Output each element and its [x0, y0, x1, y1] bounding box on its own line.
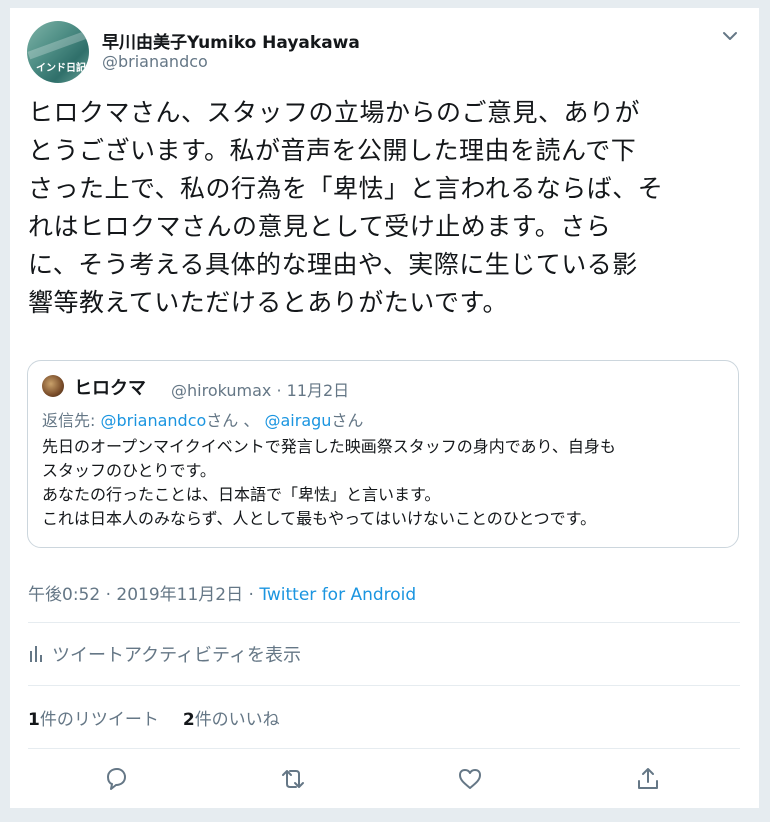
quoted-avatar[interactable]	[42, 375, 64, 397]
tweet-card: インド日記 早川由美子Yumiko Hayakawa @brianandco ヒ…	[10, 8, 759, 808]
quoted-tweet-text: 先日のオープンマイクイベントで発言した映画祭スタッフの身内であり、自身も スタッ…	[42, 437, 616, 528]
reply-to-prefix: 返信先:	[42, 411, 101, 430]
tweet-text: ヒロクマさん、スタッフの立場からのご意見、ありが とうございます。私が音声を公開…	[28, 98, 664, 317]
like-count: 2	[182, 710, 195, 730]
avatar-text: インド日記	[36, 63, 86, 74]
divider	[28, 622, 740, 623]
tweet-activity-label: ツイートアクティビティを表示	[52, 645, 301, 666]
tweet-activity-link[interactable]: ツイートアクティビティを表示	[28, 642, 301, 666]
mention-link[interactable]: @brianandco	[100, 411, 206, 430]
quoted-handle-date: @hirokumax · 11月2日	[171, 381, 350, 400]
share-icon[interactable]	[634, 765, 662, 793]
author-handle[interactable]: @brianandco	[102, 52, 208, 71]
tweet-timestamp: 午後0:52 · 2019年11月2日 · Twitter for Androi…	[28, 580, 416, 605]
divider	[28, 685, 740, 686]
engagement-stats: 1件のリツイート 2件のいいね	[28, 705, 280, 730]
quoted-display-name: ヒロクマ	[74, 378, 146, 399]
divider	[28, 748, 740, 749]
retweet-count: 1	[28, 710, 40, 730]
avatar-decoration	[27, 30, 89, 60]
reply-icon[interactable]	[102, 765, 130, 793]
like-stat[interactable]: 2件のいいね	[183, 705, 280, 730]
mention-suffix: さん 、	[206, 411, 265, 430]
retweet-stat-label: 件のリツイート	[39, 710, 159, 730]
timestamp-text[interactable]: 午後0:52 · 2019年11月2日 ·	[28, 585, 259, 605]
tweet-actions	[10, 765, 759, 793]
author-display-name[interactable]: 早川由美子Yumiko Hayakawa	[102, 28, 360, 53]
like-icon[interactable]	[456, 765, 484, 793]
source-link[interactable]: Twitter for Android	[259, 585, 416, 605]
mention-link[interactable]: @airagu	[264, 411, 331, 430]
like-stat-label: 件のいいね	[194, 710, 280, 730]
bar-chart-icon	[28, 645, 44, 663]
mention-suffix: さん	[331, 411, 364, 430]
reply-to-line: 返信先: @brianandcoさん 、 @airaguさん	[42, 407, 363, 431]
retweet-stat[interactable]: 1件のリツイート	[28, 705, 159, 730]
avatar[interactable]: インド日記	[27, 21, 89, 83]
quoted-tweet[interactable]: ヒロクマ @hirokumax · 11月2日 返信先: @brianandco…	[27, 360, 739, 548]
chevron-down-icon[interactable]	[720, 26, 740, 46]
retweet-icon[interactable]	[279, 765, 307, 793]
